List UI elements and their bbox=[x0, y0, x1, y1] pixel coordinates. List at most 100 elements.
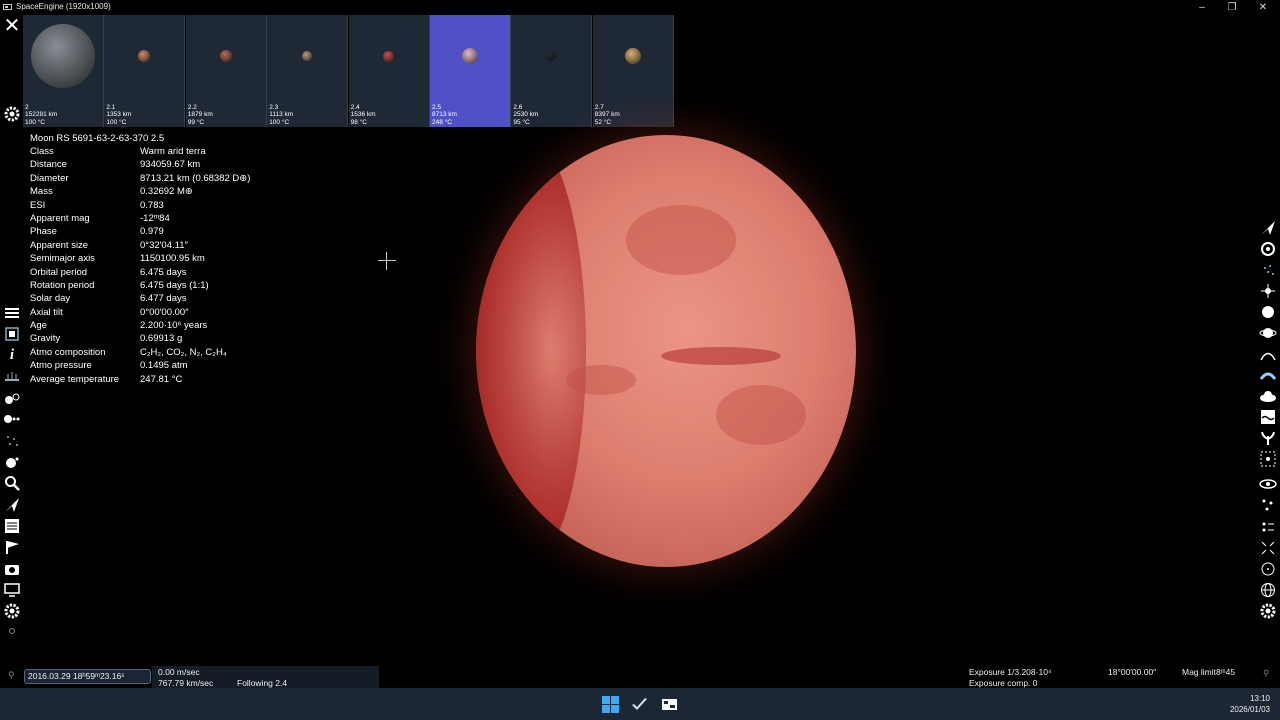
flag-icon[interactable] bbox=[2, 538, 22, 556]
info-row: Gravity 0.69913 g bbox=[30, 332, 182, 345]
info-row: Semimajor axis 1150100.95 km bbox=[30, 252, 205, 265]
orbit-path-icon[interactable] bbox=[1258, 345, 1278, 363]
labels-icon[interactable] bbox=[1258, 518, 1278, 536]
info-label: Distance bbox=[30, 159, 67, 171]
thumbnail-2-5[interactable]: 2.5 8713 km 248 °C bbox=[430, 15, 511, 127]
thumbnail-label: 2.6 2530 km 95 °C bbox=[513, 104, 538, 127]
close-panel-button[interactable]: ✕ bbox=[2, 16, 22, 36]
thumbnail-id: 2 bbox=[25, 103, 29, 111]
info-value: 934059.67 km bbox=[140, 159, 201, 171]
thumbnail-2-1[interactable]: 2.1 1353 km 100 °C bbox=[104, 15, 186, 127]
water-icon[interactable] bbox=[1258, 408, 1278, 426]
thumbnail-planet-image bbox=[546, 51, 557, 61]
menu-icon[interactable] bbox=[2, 304, 22, 322]
info-label: Class bbox=[30, 146, 54, 157]
clock-time: 13:10 bbox=[1249, 694, 1270, 703]
thumbnail-temp: 52 °C bbox=[594, 118, 612, 126]
thumbnail-temp: 100 °C bbox=[25, 118, 45, 126]
thumbnail-planet-image bbox=[383, 50, 395, 62]
thumbnail-planet-image bbox=[138, 50, 151, 62]
thumbnail-2-7[interactable]: 2.7 8397 km 52 °C bbox=[592, 15, 674, 127]
following-label: Following 2.4 bbox=[237, 678, 288, 688]
cloud-icon[interactable] bbox=[1258, 387, 1278, 405]
info-value: 1150100.95 km bbox=[140, 253, 205, 265]
thumbnail-id: 2.2 bbox=[187, 103, 197, 111]
thumbnail-size: 1536 km bbox=[350, 111, 376, 118]
datetime-field[interactable]: 2016.03.29 18ʰ59ᵐ23.16ˢ bbox=[24, 669, 151, 684]
settings-gear-icon[interactable] bbox=[1258, 602, 1278, 620]
ruler-icon[interactable] bbox=[2, 367, 22, 385]
thumbnail-label: 2.3 1113 km 100 °C bbox=[269, 104, 293, 127]
thumbnail-2[interactable]: 2 152281 km 100 °C bbox=[23, 15, 104, 127]
exposure-readout: Exposure 1/3.208·10⁴ bbox=[969, 667, 1052, 677]
info-label: Average temperature bbox=[30, 373, 120, 385]
expand-icon[interactable] bbox=[1258, 539, 1278, 557]
thumbnail-2-6[interactable]: 2.6 2530 km 95 °C bbox=[511, 15, 593, 127]
star-browser-icon[interactable] bbox=[2, 325, 22, 343]
pin-icon[interactable]: ⚲ bbox=[1263, 668, 1269, 679]
thumbnail-planet-image bbox=[462, 48, 478, 64]
object-thumbnail-strip: 2 152281 km 100 °C 2.1 1353 km 100 °C 2.2 1879 … bbox=[23, 15, 674, 127]
gear-icon[interactable] bbox=[2, 105, 22, 123]
steam-icon[interactable] bbox=[631, 696, 648, 713]
thumbnail-size: 8397 km bbox=[594, 111, 620, 118]
body-icon[interactable] bbox=[2, 453, 22, 471]
life-icon[interactable] bbox=[1258, 429, 1278, 447]
thumbnail-2-4[interactable]: 2.4 1536 km 98 °C bbox=[348, 15, 430, 127]
small-circle-icon[interactable] bbox=[2, 622, 22, 640]
info-value: 0°00′00.00″ bbox=[140, 306, 189, 318]
info-value: Warm arid terra bbox=[140, 146, 206, 157]
thumbnail-label: 2.7 8397 km 52 °C bbox=[595, 104, 620, 127]
thumbnail-2-3[interactable]: 2.3 1113 km 100 °C bbox=[267, 15, 349, 127]
thumbnail-id: 2.4 bbox=[350, 103, 360, 111]
crosshair-cursor-icon bbox=[378, 252, 396, 270]
camera-icon[interactable] bbox=[2, 560, 22, 578]
system-clock[interactable]: 13:10 2026/01/03 bbox=[1230, 693, 1270, 715]
atmosphere-icon[interactable] bbox=[1258, 366, 1278, 384]
target-icon[interactable] bbox=[1258, 560, 1278, 578]
spaceengine-app-icon[interactable] bbox=[661, 696, 678, 713]
eye-icon[interactable] bbox=[1258, 475, 1278, 493]
mag-limit-readout: Mag limit8ᵐ45 bbox=[1182, 667, 1236, 677]
ship-icon[interactable] bbox=[2, 496, 22, 514]
thumbnail-size: 8713 km bbox=[432, 111, 457, 118]
thumbnail-2-2[interactable]: 2.2 1879 km 99 °C bbox=[185, 15, 267, 127]
window-title: SpaceEngine (1920x1009) bbox=[16, 2, 111, 11]
galaxy-icon[interactable] bbox=[1258, 240, 1278, 258]
moon-render[interactable] bbox=[476, 135, 856, 567]
list-icon[interactable] bbox=[2, 517, 22, 535]
settings-gear-icon[interactable] bbox=[2, 602, 22, 620]
thumbnail-planet-image bbox=[219, 50, 232, 62]
constellation-icon[interactable] bbox=[1258, 450, 1278, 468]
moon-surface-patch bbox=[566, 365, 636, 395]
minimize-button[interactable]: – bbox=[1187, 0, 1217, 15]
planet-icon[interactable] bbox=[1258, 303, 1278, 321]
ship-icon[interactable] bbox=[1258, 219, 1278, 237]
search-icon[interactable] bbox=[2, 474, 22, 492]
thumbnail-size: 1879 km bbox=[187, 111, 213, 118]
thumbnail-label: 2.4 1536 km 98 °C bbox=[351, 104, 376, 127]
globe-icon[interactable] bbox=[1258, 581, 1278, 599]
planets-icon[interactable] bbox=[2, 389, 22, 407]
restore-button[interactable]: ❐ bbox=[1217, 0, 1247, 15]
close-window-button[interactable]: ✕ bbox=[1248, 0, 1278, 15]
display-icon[interactable] bbox=[2, 581, 22, 599]
moon-surface-patch bbox=[626, 205, 736, 275]
info-icon[interactable]: i bbox=[2, 346, 22, 364]
ring-planet-icon[interactable] bbox=[1258, 324, 1278, 342]
title-bar: SpaceEngine (1920x1009) – ❐ ✕ bbox=[0, 0, 1280, 15]
markers-icon[interactable] bbox=[1258, 496, 1278, 514]
info-row: Apparent mag -12ᵐ84 bbox=[30, 212, 170, 225]
nebula-icon[interactable] bbox=[1258, 261, 1278, 279]
info-value: 0.69913 g bbox=[140, 333, 183, 345]
info-label: Orbital period bbox=[30, 266, 88, 278]
info-label: Mass bbox=[30, 186, 53, 198]
info-row: Age 2.200·10⁶ years bbox=[30, 319, 207, 332]
speed-readout: 0.00 m/sec bbox=[158, 667, 200, 677]
pin-icon[interactable]: ⚲ bbox=[8, 670, 15, 681]
orbit-icon[interactable] bbox=[2, 410, 22, 428]
star-icon[interactable] bbox=[1258, 282, 1278, 300]
thumbnail-temp: 248 °C bbox=[432, 118, 452, 126]
stars-icon[interactable] bbox=[2, 432, 22, 450]
windows-start-icon[interactable] bbox=[602, 696, 619, 713]
